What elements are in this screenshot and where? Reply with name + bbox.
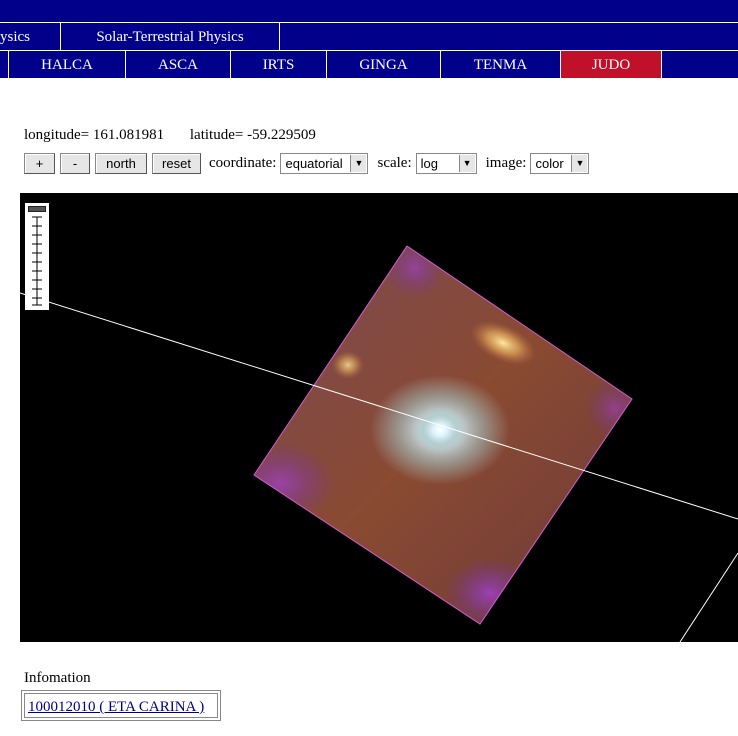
information-box: 100012010 ( ETA CARINA ): [21, 690, 221, 721]
nav-item-label: ysics: [0, 29, 30, 45]
nav-item-halca[interactable]: HALCA: [9, 51, 126, 78]
scale-select[interactable]: log ▼: [415, 152, 477, 174]
nav-item-label: Solar-Terrestrial Physics: [96, 29, 244, 45]
zoom-slider-handle[interactable]: [28, 206, 46, 212]
nav-item-label: HALCA: [41, 57, 93, 73]
coordinate-label: coordinate:: [209, 154, 277, 171]
zoom-out-button[interactable]: -: [60, 152, 90, 174]
scale-select-value: log: [420, 155, 438, 171]
reset-button[interactable]: reset: [152, 152, 201, 174]
north-button[interactable]: north: [95, 152, 147, 174]
sky-image: [20, 245, 738, 642]
observation-link[interactable]: 100012010 ( ETA CARINA ): [28, 699, 204, 715]
nav-item-asca[interactable]: ASCA: [126, 51, 231, 78]
nav-item-edge: [0, 51, 9, 78]
chevron-down-icon: ▼: [571, 154, 588, 172]
scale-label: scale:: [377, 154, 412, 171]
information-heading: Infomation: [24, 670, 91, 686]
nav-item-solar-terrestrial-physics[interactable]: Solar-Terrestrial Physics: [61, 23, 280, 50]
information-box-inner: 100012010 ( ETA CARINA ): [24, 693, 218, 718]
image-label: image:: [485, 154, 527, 171]
viewer-toolbar: + - north reset coordinate: equatorial ▼…: [24, 152, 595, 174]
image-select[interactable]: color ▼: [530, 152, 590, 174]
top-banner: [0, 0, 738, 22]
nav-item-label: TENMA: [473, 57, 528, 73]
nav-item-label: ASCA: [157, 57, 198, 73]
chevron-down-icon: ▼: [350, 154, 367, 172]
nav-item-tenma[interactable]: TENMA: [441, 51, 561, 78]
coordinate-select[interactable]: equatorial ▼: [280, 152, 369, 174]
coordinate-grid-line: [679, 552, 738, 642]
nav-item-judo[interactable]: JUDO: [561, 51, 662, 78]
coordinate-readout: longitude= 161.081981 latitude= -59.2295…: [24, 127, 316, 144]
nav-row-2: HALCA ASCA IRTS GINGA TENMA JUDO: [0, 50, 738, 78]
nav-item-label: GINGA: [359, 57, 408, 73]
image-select-value: color: [535, 155, 564, 171]
nav-item-physics[interactable]: ysics: [0, 23, 61, 50]
nav-item-label: JUDO: [591, 57, 631, 73]
nav-row-1: ysics Solar-Terrestrial Physics: [0, 22, 738, 50]
sky-image-viewer[interactable]: [20, 193, 738, 642]
zoom-scale: [32, 216, 42, 306]
zoom-in-button[interactable]: +: [24, 152, 55, 174]
chevron-down-icon: ▼: [458, 154, 475, 172]
nav-item-label: IRTS: [262, 57, 295, 73]
longitude-readout: longitude= 161.081981: [24, 127, 165, 143]
nav-item-ginga[interactable]: GINGA: [327, 51, 441, 78]
latitude-readout: latitude= -59.229509: [189, 127, 316, 143]
zoom-slider[interactable]: [25, 203, 49, 310]
nav-item-irts[interactable]: IRTS: [231, 51, 327, 78]
coordinate-select-value: equatorial: [285, 155, 343, 171]
